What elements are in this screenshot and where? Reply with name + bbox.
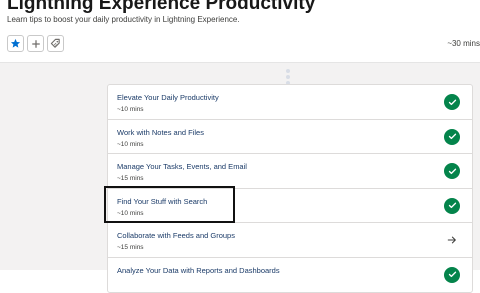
check-icon xyxy=(444,197,460,214)
check-icon xyxy=(444,94,460,110)
star-icon xyxy=(10,38,21,48)
unit-time: ~10 mins xyxy=(117,209,144,217)
unit-time: ~10 mins xyxy=(117,140,144,148)
unit-row[interactable]: Analyze Your Data with Reports and Dashb… xyxy=(108,258,472,293)
unit-list: Elevate Your Daily Productivity ~10 mins… xyxy=(107,84,473,293)
module-duration: ~30 mins xyxy=(447,39,480,48)
module-header: Lightning Experience Productivity Learn … xyxy=(0,0,480,62)
units-section: Elevate Your Daily Productivity ~10 mins… xyxy=(0,62,480,293)
check-icon xyxy=(444,266,460,283)
check-icon xyxy=(444,128,460,145)
unit-title[interactable]: Collaborate with Feeds and Groups xyxy=(117,231,235,240)
check-icon xyxy=(444,163,460,179)
page-subtitle: Learn tips to boost your daily productiv… xyxy=(7,15,240,24)
unit-time: ~15 mins xyxy=(117,244,144,251)
unit-row[interactable]: Manage Your Tasks, Events, and Email ~15… xyxy=(108,154,472,189)
unit-row[interactable]: Elevate Your Daily Productivity ~10 mins xyxy=(108,85,472,120)
unit-title[interactable]: Find Your Stuff with Search xyxy=(117,197,207,206)
unit-title[interactable]: Analyze Your Data with Reports and Dashb… xyxy=(117,266,280,275)
unit-row[interactable]: Collaborate with Feeds and Groups ~15 mi… xyxy=(108,223,472,258)
arrow-right-icon[interactable] xyxy=(444,232,460,248)
unit-row[interactable]: Work with Notes and Files ~10 mins xyxy=(108,120,472,154)
unit-time: ~15 mins xyxy=(117,175,144,182)
favorite-button[interactable] xyxy=(7,35,24,52)
tag-icon xyxy=(50,38,60,48)
add-button[interactable] xyxy=(27,35,44,52)
unit-title[interactable]: Work with Notes and Files xyxy=(117,128,204,137)
drag-handle-icon[interactable] xyxy=(285,69,291,85)
tag-button[interactable] xyxy=(47,35,64,52)
unit-row[interactable]: Find Your Stuff with Search ~10 mins xyxy=(108,189,472,223)
page-title: Lightning Experience Productivity xyxy=(7,0,316,14)
unit-title[interactable]: Manage Your Tasks, Events, and Email xyxy=(117,162,247,171)
unit-time: ~10 mins xyxy=(117,106,144,113)
plus-icon xyxy=(31,39,40,48)
unit-title[interactable]: Elevate Your Daily Productivity xyxy=(117,93,219,102)
